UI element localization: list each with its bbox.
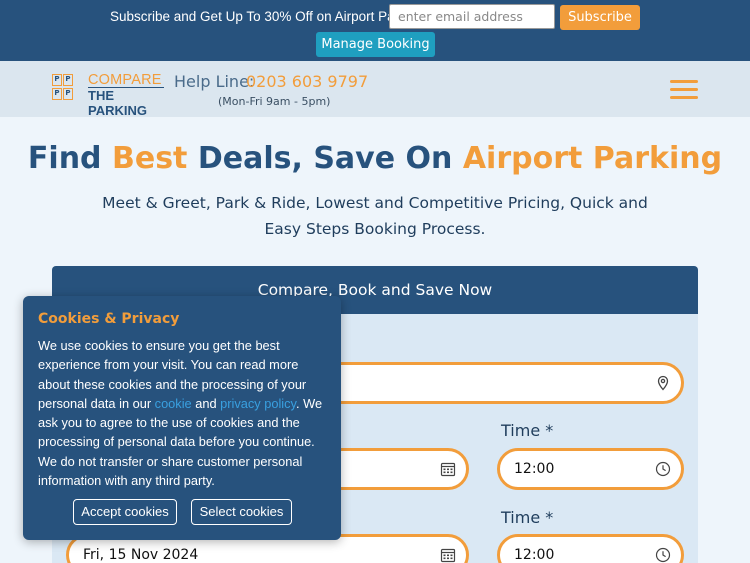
select-cookies-button[interactable]: Select cookies: [191, 499, 292, 525]
dropoff-time-field[interactable]: 12:00: [497, 448, 684, 490]
site-header: P P P P COMPARE THE PARKING Help Line: 0…: [0, 61, 750, 118]
clock-icon: [655, 547, 671, 563]
logo-box: P: [52, 74, 62, 86]
logo-text-compare: COMPARE: [88, 72, 162, 88]
menu-icon[interactable]: [670, 80, 698, 100]
help-line-label: Help Line:: [174, 72, 255, 91]
location-pin-icon: [657, 375, 669, 391]
email-input[interactable]: [389, 4, 555, 29]
pickup-time-label: Time *: [501, 508, 554, 527]
dropoff-time-value: 12:00: [514, 461, 555, 477]
page-subtitle: Meet & Greet, Park & Ride, Lowest and Co…: [102, 194, 648, 238]
pickup-time-field[interactable]: 12:00: [497, 534, 684, 563]
promo-text: Subscribe and Get Up To 30% Off on Airpo…: [110, 9, 424, 24]
cookie-text: We use cookies to ensure you get the bes…: [38, 338, 323, 489]
logo-text-parking: THE PARKING: [88, 88, 147, 118]
pickup-time-value: 12:00: [514, 547, 555, 563]
calendar-icon: [440, 548, 456, 563]
cookie-consent-popup: Cookies & Privacy We use cookies to ensu…: [23, 296, 341, 540]
help-line-number[interactable]: 0203 603 9797: [246, 72, 368, 91]
pickup-date-value: Fri, 15 Nov 2024: [83, 547, 199, 563]
page-title: Find Best Deals, Save On Airport Parking: [27, 141, 723, 176]
logo[interactable]: P P P P COMPARE THE PARKING: [52, 72, 164, 118]
manage-booking-button[interactable]: Manage Booking: [316, 32, 435, 57]
promo-bar: Subscribe and Get Up To 30% Off on Airpo…: [0, 0, 750, 61]
logo-box: P: [52, 88, 62, 100]
privacy-policy-link[interactable]: privacy policy: [220, 396, 296, 411]
logo-box: P: [63, 88, 73, 100]
cookie-title: Cookies & Privacy: [38, 311, 180, 327]
help-line-hours: (Mon-Fri 9am - 5pm): [218, 95, 331, 108]
dropoff-time-label: Time *: [501, 421, 554, 440]
subscribe-button[interactable]: Subscribe: [560, 5, 640, 30]
logo-box: P: [63, 74, 73, 86]
accept-cookies-button[interactable]: Accept cookies: [73, 499, 177, 525]
logo-mark: P P P P: [52, 74, 86, 102]
cookie-policy-link[interactable]: cookie: [155, 396, 192, 411]
clock-icon: [655, 461, 671, 477]
calendar-icon: [440, 462, 456, 477]
